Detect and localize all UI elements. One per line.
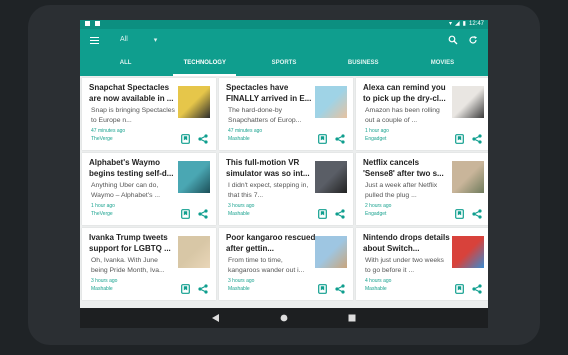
card-title: Spectacles have FINALLY arrived in E...	[226, 83, 312, 103]
share-icon[interactable]	[198, 284, 208, 294]
bookmark-icon[interactable]	[455, 284, 464, 294]
share-icon[interactable]	[335, 284, 345, 294]
card-title: Alexa can remind you to pick up the dry-…	[363, 83, 446, 103]
card-thumbnail	[315, 236, 347, 268]
card-snippet: Oh, Ivanka. With June being Pride Month,…	[91, 257, 165, 274]
news-card[interactable]: Ivanka Trump tweets support for LGBTQ ..…	[82, 228, 216, 300]
system-nav-bar	[80, 308, 488, 328]
card-snippet: Anything Uber can do, Waymo – Alphabet's…	[91, 182, 161, 199]
bookmark-icon[interactable]	[318, 284, 327, 294]
filter-label: All	[120, 36, 128, 43]
bookmark-icon[interactable]	[318, 209, 327, 219]
category-filter[interactable]: All ▾	[120, 36, 157, 44]
battery-icon: ▮	[462, 21, 466, 27]
share-icon[interactable]	[472, 209, 482, 219]
card-snippet: With just under two weeks to go before i…	[365, 257, 444, 274]
news-card[interactable]: Nintendo drops details about Switch... W…	[356, 228, 488, 300]
card-title: Snapchat Spectacles are now available in…	[89, 83, 174, 103]
card-time: 3 hours ago	[228, 203, 255, 209]
card-source: Mashable	[91, 286, 113, 292]
card-title: Netflix cancels 'Sense8' after two s...	[363, 158, 444, 178]
share-icon[interactable]	[198, 134, 208, 144]
card-time: 1 hour ago	[365, 128, 389, 134]
tab-all[interactable]: ALL	[86, 52, 165, 76]
card-source: Mashable	[228, 136, 250, 142]
card-source: Engadget	[365, 211, 387, 217]
card-thumbnail	[452, 161, 484, 193]
card-time: 3 hours ago	[91, 278, 118, 284]
card-time: 3 hours ago	[228, 278, 255, 284]
refresh-icon[interactable]	[468, 35, 478, 45]
signal-icon: ◢	[455, 21, 460, 27]
card-thumbnail	[178, 86, 210, 118]
card-thumbnail	[315, 86, 347, 118]
bookmark-icon[interactable]	[455, 134, 464, 144]
app-toolbar: All ▾	[80, 29, 488, 52]
tab-movies[interactable]: MOVIES	[403, 52, 482, 76]
notification-icon	[85, 21, 90, 26]
app-screen: ▾ ◢ ▮ 12:47 All ▾ ALL TECHNOLOGY SPORTS …	[80, 20, 488, 328]
card-source: TheVerge	[91, 136, 113, 142]
card-time: 47 minutes ago	[91, 128, 126, 134]
wifi-icon: ▾	[449, 21, 453, 27]
card-title: Ivanka Trump tweets support for LGBTQ ..…	[89, 233, 171, 253]
menu-icon[interactable]	[90, 37, 99, 45]
card-source: Mashable	[228, 211, 250, 217]
share-icon[interactable]	[335, 134, 345, 144]
card-title: This full-motion VR simulator was so int…	[226, 158, 310, 178]
card-snippet: From time to time, kangaroos wander out …	[228, 257, 305, 274]
news-card[interactable]: Snapchat Spectacles are now available in…	[82, 78, 216, 150]
dropdown-arrow-icon: ▾	[153, 37, 158, 44]
news-card[interactable]: Netflix cancels 'Sense8' after two s... …	[356, 153, 488, 225]
notification-icon	[95, 21, 100, 26]
bookmark-icon[interactable]	[455, 209, 464, 219]
share-icon[interactable]	[472, 284, 482, 294]
card-source: Engadget	[365, 136, 387, 142]
card-snippet: The hard-done-by Snapchatters of Europ..…	[228, 107, 302, 124]
card-source: Mashable	[365, 286, 387, 292]
bookmark-icon[interactable]	[181, 284, 190, 294]
bookmark-icon[interactable]	[181, 209, 190, 219]
card-snippet: Amazon has been rolling out a couple of …	[365, 107, 440, 124]
tab-bar: ALL TECHNOLOGY SPORTS BUSINESS MOVIES	[80, 52, 488, 76]
back-icon[interactable]	[212, 314, 220, 322]
card-thumbnail	[452, 236, 484, 268]
card-snippet: I didn't expect, stepping in, that this …	[228, 182, 309, 199]
news-grid: Snapchat Spectacles are now available in…	[80, 76, 488, 302]
card-time: 4 hours ago	[365, 278, 392, 284]
share-icon[interactable]	[335, 209, 345, 219]
card-snippet: Snap is bringing Spectacles to Europe n.…	[91, 107, 175, 124]
card-time: 47 minutes ago	[228, 128, 263, 134]
card-source: TheVerge	[91, 211, 113, 217]
status-bar: ▾ ◢ ▮ 12:47	[80, 20, 488, 29]
card-source: Mashable	[228, 286, 250, 292]
news-card[interactable]: This full-motion VR simulator was so int…	[219, 153, 353, 225]
tab-business[interactable]: BUSINESS	[324, 52, 403, 76]
tab-sports[interactable]: SPORTS	[244, 52, 323, 76]
news-card[interactable]: Poor kangaroo rescued after gettin... Fr…	[219, 228, 353, 300]
recents-icon[interactable]	[348, 314, 356, 322]
home-icon[interactable]	[280, 314, 288, 322]
card-title: Poor kangaroo rescued after gettin...	[226, 233, 316, 253]
card-thumbnail	[315, 161, 347, 193]
share-icon[interactable]	[472, 134, 482, 144]
card-thumbnail	[452, 86, 484, 118]
status-time: 12:47	[468, 20, 484, 27]
card-time: 1 hour ago	[91, 203, 115, 209]
news-card[interactable]: Alexa can remind you to pick up the dry-…	[356, 78, 488, 150]
news-card[interactable]: Alphabet's Waymo begins testing self-d..…	[82, 153, 216, 225]
card-title: Nintendo drops details about Switch...	[363, 233, 450, 253]
share-icon[interactable]	[198, 209, 208, 219]
search-icon[interactable]	[448, 35, 458, 45]
news-card[interactable]: Spectacles have FINALLY arrived in E... …	[219, 78, 353, 150]
card-snippet: Just a week after Netflix pulled the plu…	[365, 182, 438, 199]
card-thumbnail	[178, 161, 210, 193]
card-title: Alphabet's Waymo begins testing self-d..…	[89, 158, 174, 178]
bookmark-icon[interactable]	[318, 134, 327, 144]
card-time: 2 hours ago	[365, 203, 392, 209]
tab-technology[interactable]: TECHNOLOGY	[165, 52, 244, 76]
card-thumbnail	[178, 236, 210, 268]
bookmark-icon[interactable]	[181, 134, 190, 144]
